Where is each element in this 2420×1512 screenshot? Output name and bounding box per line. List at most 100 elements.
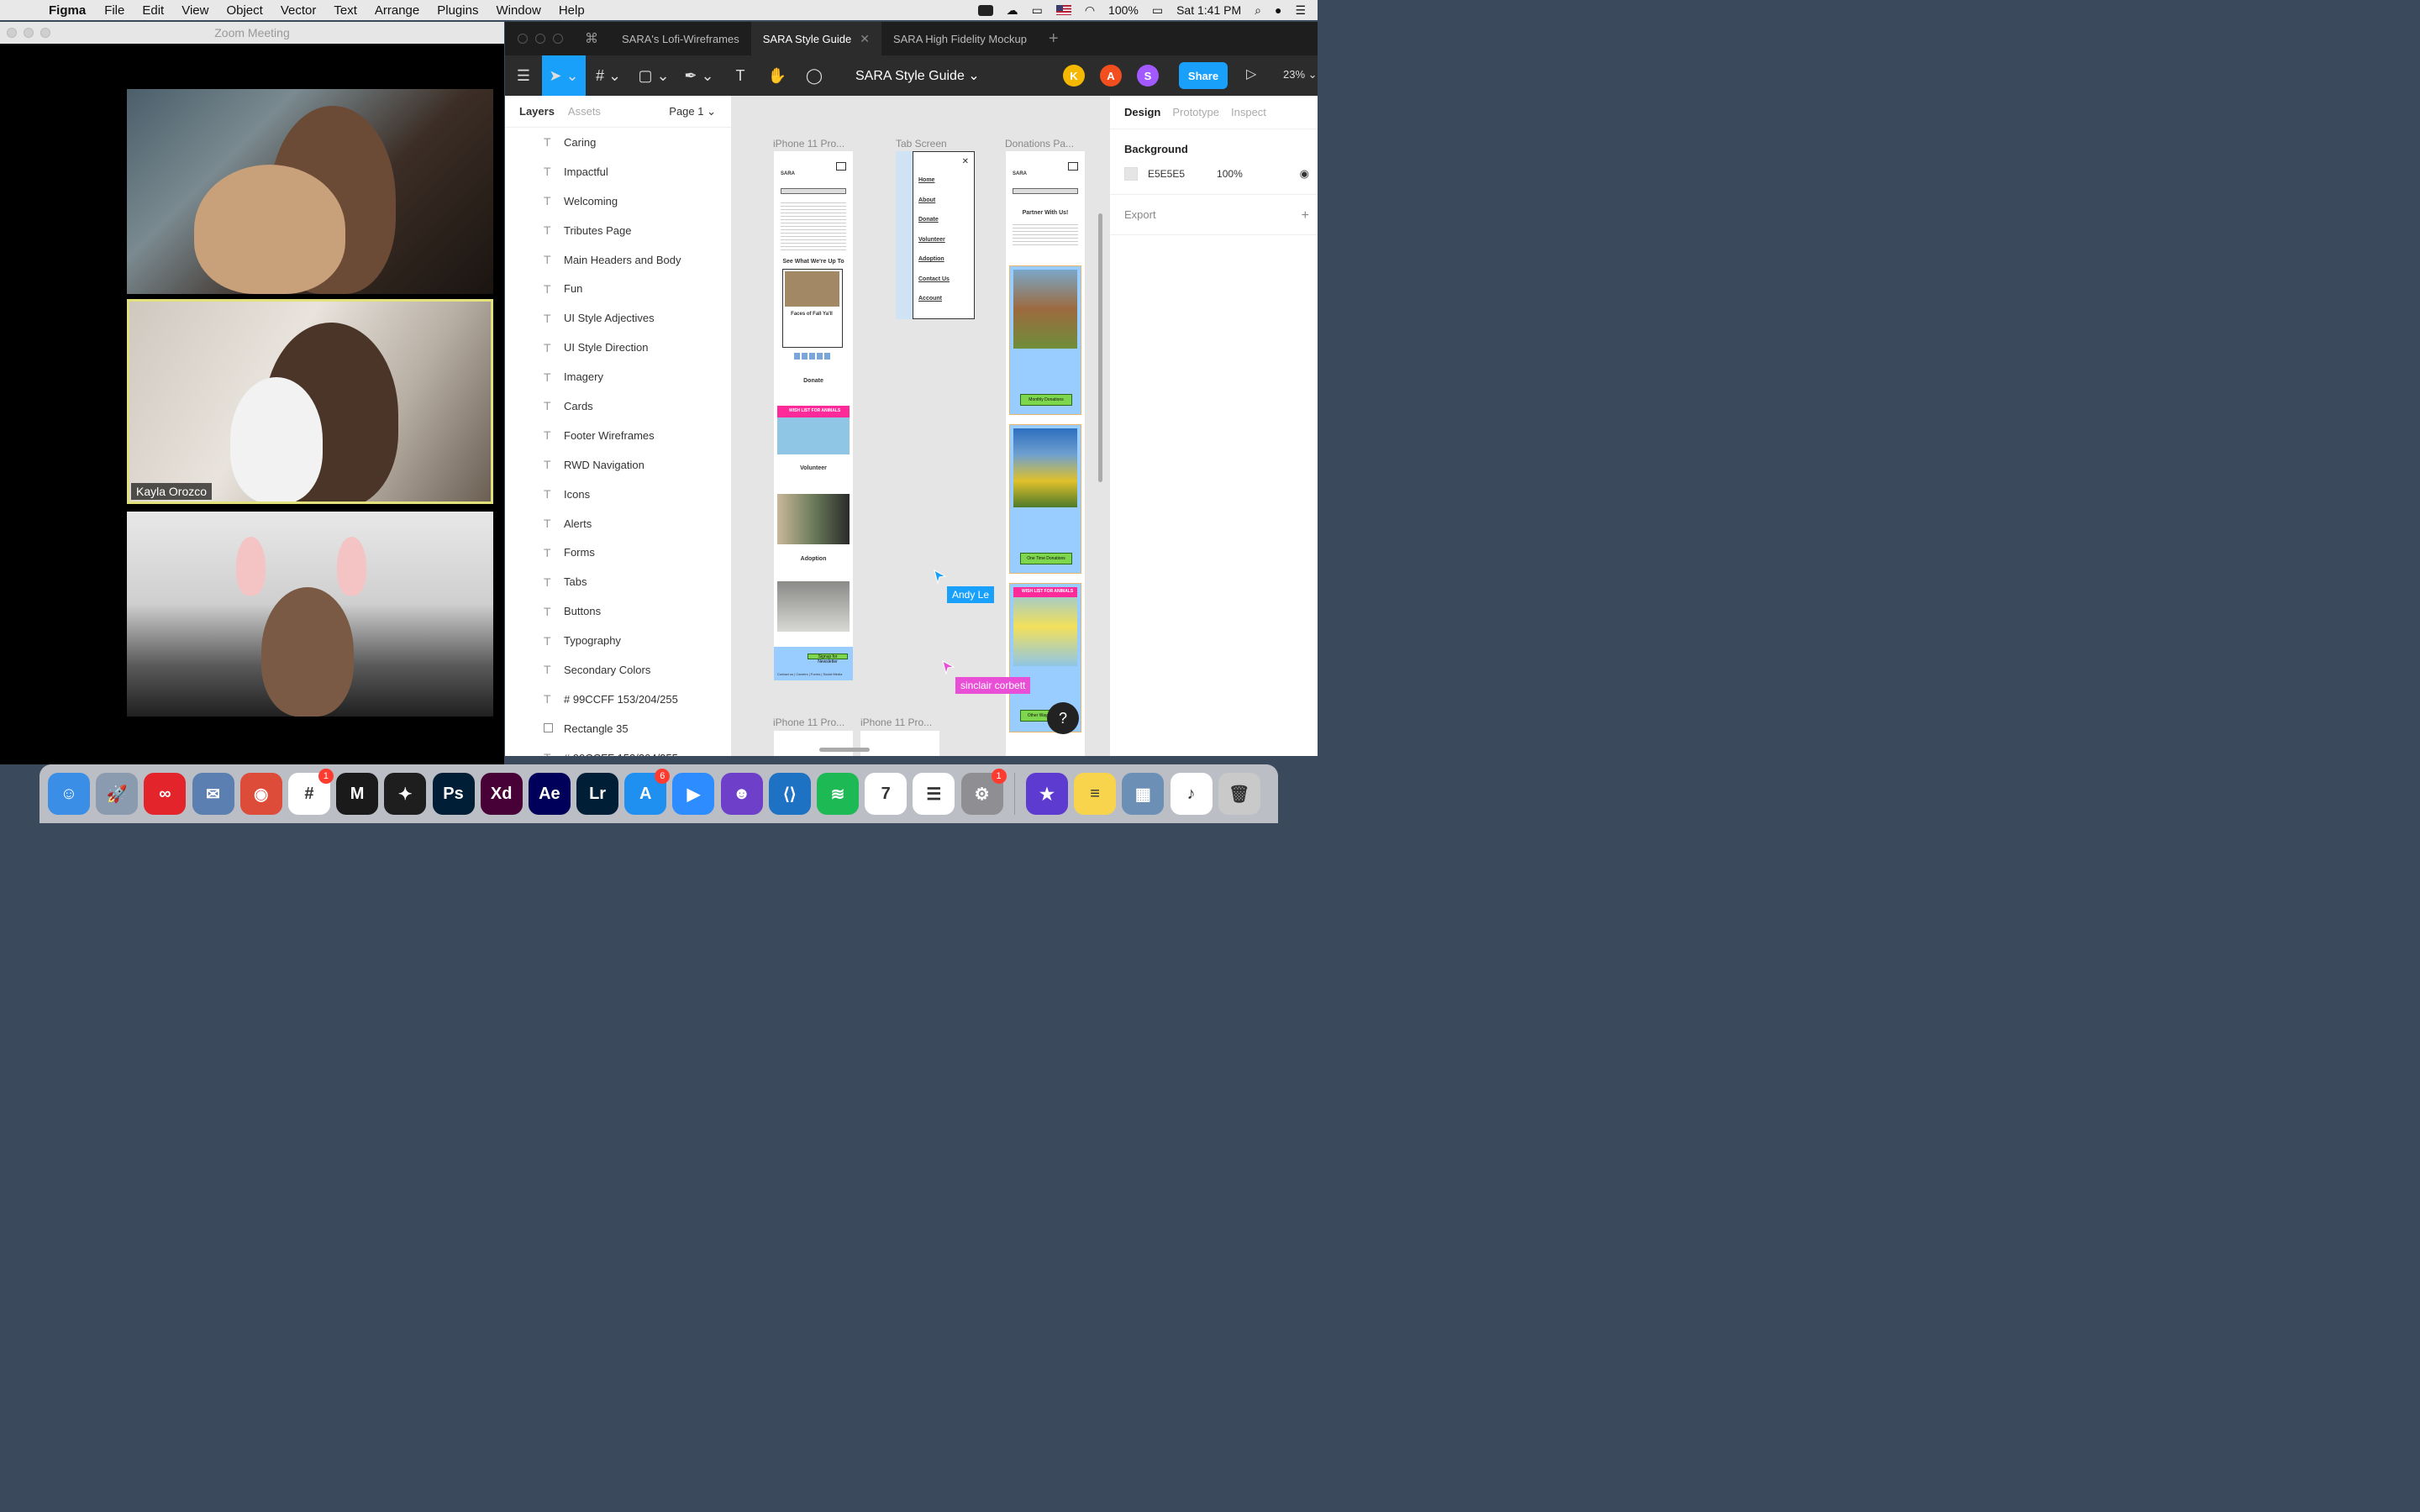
menu-window[interactable]: Window [496, 3, 540, 18]
present-play-icon[interactable]: ▷ [1246, 66, 1256, 82]
avatar[interactable]: K [1063, 65, 1085, 87]
visibility-eye-icon[interactable]: ◉ [1300, 167, 1309, 181]
add-export-icon[interactable]: + [1302, 208, 1309, 223]
layer-item[interactable]: Rectangle 35 [505, 714, 731, 743]
dock-app-system-preferences[interactable]: ⚙ 1 [960, 769, 1007, 815]
iphone-frame[interactable] [774, 731, 853, 756]
figma-home-icon[interactable]: ⌘ [585, 30, 610, 47]
dock-app-trash[interactable]: 🗑 [1218, 773, 1260, 815]
video-tile-1[interactable] [127, 89, 493, 294]
background-hex-input[interactable]: E5E5E5 [1148, 168, 1185, 180]
menu-app-name[interactable]: Figma [49, 3, 86, 18]
zoom-level-dropdown[interactable]: 23% ⌄ [1283, 68, 1318, 81]
tab-high-fidelity-mockup[interactable]: SARA High Fidelity Mockup [881, 22, 1039, 55]
maximize-window-icon[interactable] [553, 34, 563, 44]
layer-item[interactable]: T Fun [505, 274, 731, 303]
menu-vector[interactable]: Vector [281, 3, 317, 18]
layer-item[interactable]: T Impactful [505, 157, 731, 186]
layer-item[interactable]: T Main Headers and Body [505, 245, 731, 275]
new-tab-icon[interactable]: + [1049, 29, 1059, 49]
dock-app-github[interactable]: ☻ [720, 773, 763, 815]
pen-tool-icon[interactable]: ✒ ⌄ [676, 55, 722, 96]
dock-app-imovie[interactable]: ★ [1025, 773, 1068, 815]
dock-app-chrome[interactable]: ◉ [239, 773, 282, 815]
close-window-icon[interactable] [518, 34, 528, 44]
dock-app-calendar[interactable]: 7 [865, 773, 908, 815]
tab-layers[interactable]: Layers [519, 105, 555, 118]
siri-icon[interactable]: ● [1275, 3, 1281, 17]
dock-app-spotify[interactable]: ≋ [817, 773, 859, 815]
layer-item[interactable]: T Imagery [505, 362, 731, 391]
shape-tool-icon[interactable]: ▢ ⌄ [631, 55, 676, 96]
menu-object[interactable]: Object [226, 3, 262, 18]
dock-app-zoom[interactable]: ▶ [672, 773, 715, 815]
dock-app-vs-code[interactable]: ⟨⟩ [768, 773, 811, 815]
spotlight-search-icon[interactable]: ⌕ [1255, 3, 1261, 18]
control-center-icon[interactable]: ☰ [1295, 3, 1306, 18]
hand-tool-icon[interactable]: ✋ [759, 55, 796, 96]
frame-label-iphone[interactable]: iPhone 11 Pro... [773, 138, 844, 150]
frame-label-tab-screen[interactable]: Tab Screen [896, 138, 947, 150]
frame-label-iphone[interactable]: iPhone 11 Pro... [773, 717, 844, 728]
tab-screen-frame[interactable]: ✕ Home About Donate Volunteer Adoption Contac… [896, 151, 975, 319]
tab-style-guide[interactable]: SARA Style Guide ✕ [750, 22, 881, 55]
minimize-window-icon[interactable] [535, 34, 545, 44]
background-opacity-input[interactable]: 100% [1217, 168, 1243, 180]
layer-item[interactable]: T # 99CCFF 153/204/255 [505, 685, 731, 714]
layer-item[interactable]: T # 99CCFF 153/204/255 [505, 743, 731, 756]
dock-app-preview[interactable]: ✉ [192, 773, 234, 815]
layer-item[interactable]: T Cards [505, 391, 731, 421]
dock-app-tiktok[interactable]: ♪ [1170, 773, 1213, 815]
clock[interactable]: Sat 1:41 PM [1176, 3, 1241, 17]
dock-app-xd[interactable]: Xd [480, 773, 523, 815]
layer-item[interactable]: T Tabs [505, 567, 731, 596]
layer-item[interactable]: T Buttons [505, 596, 731, 626]
menu-view[interactable]: View [182, 3, 208, 18]
close-tab-icon[interactable]: ✕ [860, 32, 870, 46]
document-title[interactable]: SARA Style Guide ⌄ [855, 67, 980, 84]
layer-item[interactable]: T Footer Wireframes [505, 421, 731, 450]
input-source-flag-icon[interactable] [1055, 5, 1071, 15]
page-selector[interactable]: Page 1 ⌄ [669, 105, 716, 118]
layer-item[interactable]: T Caring [505, 128, 731, 157]
layer-item[interactable]: T Icons [505, 480, 731, 509]
battery-percent[interactable]: 100% [1108, 3, 1139, 17]
dock-app-creative-cloud[interactable]: ∞ [144, 773, 187, 815]
dock-app-notes[interactable]: ≡ [1074, 773, 1117, 815]
video-tile-active-speaker[interactable]: Kayla Orozco [127, 299, 493, 504]
menu-edit[interactable]: Edit [142, 3, 164, 18]
creative-cloud-status-icon[interactable]: ☁ [1007, 3, 1018, 18]
help-button[interactable]: ? [1047, 702, 1079, 734]
layer-item[interactable]: T UI Style Adjectives [505, 303, 731, 333]
dock-app-app-store[interactable]: A6 [624, 769, 671, 815]
layer-item[interactable]: T Typography [505, 626, 731, 655]
layer-item[interactable]: T UI Style Direction [505, 333, 731, 362]
tab-prototype[interactable]: Prototype [1172, 106, 1219, 118]
share-button[interactable]: Share [1179, 62, 1228, 89]
tab-inspect[interactable]: Inspect [1231, 106, 1266, 118]
design-canvas[interactable]: iPhone 11 Pro... Tab Screen Donations Pa… [732, 96, 1109, 756]
battery-icon[interactable]: ▭ [1152, 3, 1163, 18]
layer-item[interactable]: T Alerts [505, 509, 731, 538]
donations-frame[interactable]: SARA Partner With Us! Monthly Donations … [1006, 151, 1085, 756]
zoom-status-icon[interactable] [977, 4, 993, 16]
dock-app-preview-photo[interactable]: ▦ [1122, 773, 1165, 815]
dock-app-photoshop[interactable]: Ps [432, 773, 475, 815]
menu-text[interactable]: Text [334, 3, 357, 18]
frame-label-iphone[interactable]: iPhone 11 Pro... [860, 717, 932, 728]
tab-lofi-wireframes[interactable]: SARA's Lofi-Wireframes [610, 22, 751, 55]
dock-app-slack[interactable]: #1 [287, 769, 334, 815]
background-color-swatch[interactable] [1124, 167, 1138, 181]
home-frame[interactable]: SARA See What We're Up To Faces of Fall … [774, 151, 853, 680]
menu-help[interactable]: Help [559, 3, 585, 18]
dock-app-reminders[interactable]: ☰ [913, 773, 955, 815]
frame-label-donations[interactable]: Donations Pa... [1005, 138, 1074, 150]
text-tool-icon[interactable]: T [722, 55, 759, 96]
layer-item[interactable]: T Forms [505, 538, 731, 567]
dock-app-after-effects[interactable]: Ae [528, 773, 571, 815]
layer-item[interactable]: T Welcoming [505, 186, 731, 216]
airplay-icon[interactable]: ▭ [1032, 3, 1043, 18]
avatar[interactable]: S [1137, 65, 1159, 87]
dock-app-lightroom[interactable]: Lr [576, 773, 619, 815]
dock-app-finder[interactable]: ☺ [48, 773, 90, 815]
